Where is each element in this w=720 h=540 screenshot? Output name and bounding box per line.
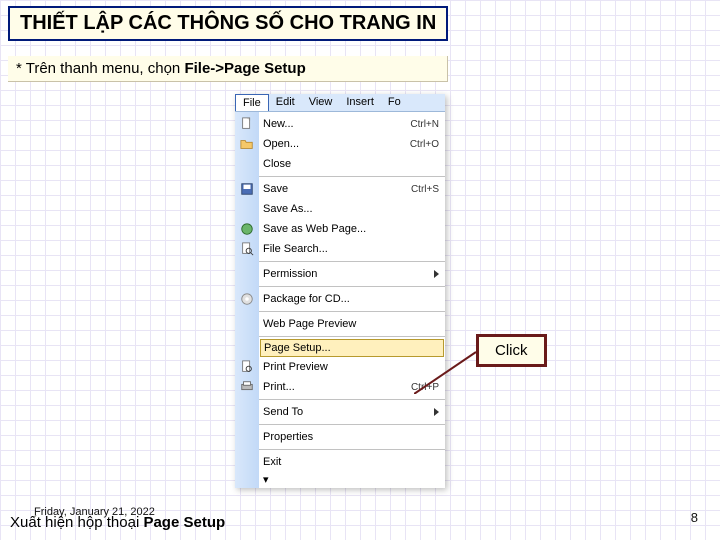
page-number: 8 <box>691 510 698 525</box>
menu-shortcut: Ctrl+O <box>410 139 439 150</box>
menu-item-webprev[interactable]: Web Page Preview <box>259 314 445 334</box>
instruction-path: File->Page Setup <box>184 60 305 77</box>
menu-item-saveweb[interactable]: Save as Web Page... <box>259 219 445 239</box>
menu-item-printprev[interactable]: Print Preview <box>259 357 445 377</box>
menubar-fo[interactable]: Fo <box>381 94 408 111</box>
instruction: * Trên thanh menu, chọn File->Page Setup <box>8 56 448 82</box>
bottom-text: Xuất hiện hộp thoại Page Setup <box>10 514 225 531</box>
menu-item-permission[interactable]: Permission <box>259 264 445 284</box>
menu-separator <box>259 261 445 262</box>
menu-item-properties[interactable]: Properties <box>259 427 445 447</box>
print-icon <box>235 377 259 397</box>
menu-label: Print... <box>263 381 411 393</box>
menu-label: Package for CD... <box>263 293 439 305</box>
click-callout: Click <box>476 334 547 367</box>
menu-shortcut: Ctrl+P <box>411 382 439 393</box>
menu-item-saveas[interactable]: Save As... <box>259 199 445 219</box>
menu-separator <box>259 176 445 177</box>
menu-item-page-setup[interactable]: Page Setup... <box>260 339 444 357</box>
menu-item-sendto[interactable]: Send To <box>259 402 445 422</box>
menu-shortcut: Ctrl+N <box>410 119 439 130</box>
menubar-insert[interactable]: Insert <box>339 94 381 111</box>
new-icon <box>235 114 259 134</box>
menu-shortcut: Ctrl+S <box>411 184 439 195</box>
file-menu-screenshot: File Edit View Insert Fo New... Ctrl+N O… <box>235 94 445 488</box>
menu-item-close[interactable]: Close <box>259 154 445 174</box>
menubar: File Edit View Insert Fo <box>235 94 445 112</box>
instruction-text: * Trên thanh menu, chọn <box>16 60 184 77</box>
menu-item-filesearch[interactable]: File Search... <box>259 239 445 259</box>
menubar-file[interactable]: File <box>235 94 269 111</box>
menu-item-exit[interactable]: Exit <box>259 452 445 472</box>
menu-label: Print Preview <box>263 361 439 373</box>
file-search-icon <box>235 239 259 259</box>
submenu-arrow-icon <box>434 408 439 416</box>
package-icon <box>235 289 259 309</box>
menu-label: Permission <box>263 268 434 280</box>
menu-separator <box>259 399 445 400</box>
menu-label: Properties <box>263 431 439 443</box>
menu-label: Save <box>263 183 411 195</box>
menu-label: Save As... <box>263 203 439 215</box>
menubar-edit[interactable]: Edit <box>269 94 302 111</box>
open-icon <box>235 134 259 154</box>
menu-item-open[interactable]: Open... Ctrl+O <box>259 134 445 154</box>
bottom-prefix: Xuất hiện hộp thoại <box>10 514 143 531</box>
save-icon <box>235 179 259 199</box>
menu-label: Page Setup... <box>264 342 438 354</box>
print-preview-icon <box>235 357 259 377</box>
menu-label: New... <box>263 118 410 130</box>
menu-item-print[interactable]: Print... Ctrl+P <box>259 377 445 397</box>
menu-item-new[interactable]: New... Ctrl+N <box>259 114 445 134</box>
menu-expand[interactable]: ▾ <box>259 474 445 484</box>
menu-label: Send To <box>263 406 434 418</box>
menu-label: Web Page Preview <box>263 318 439 330</box>
menubar-view[interactable]: View <box>302 94 340 111</box>
menu-item-package[interactable]: Package for CD... <box>259 289 445 309</box>
page-title: THIẾT LẬP CÁC THÔNG SỐ CHO TRANG IN <box>8 6 448 41</box>
menu-separator <box>259 336 445 337</box>
menu-separator <box>259 449 445 450</box>
menu-label: Close <box>263 158 439 170</box>
menu-item-save[interactable]: Save Ctrl+S <box>259 179 445 199</box>
menu-label: File Search... <box>263 243 439 255</box>
menu-separator <box>259 311 445 312</box>
menu-separator <box>259 286 445 287</box>
menu-label: Exit <box>263 456 439 468</box>
save-web-icon <box>235 219 259 239</box>
menu-label: Save as Web Page... <box>263 223 439 235</box>
submenu-arrow-icon <box>434 270 439 278</box>
menu-label: Open... <box>263 138 410 150</box>
menu-items: New... Ctrl+N Open... Ctrl+O Close Save … <box>259 112 445 488</box>
bottom-bold: Page Setup <box>143 514 225 531</box>
menu-separator <box>259 424 445 425</box>
